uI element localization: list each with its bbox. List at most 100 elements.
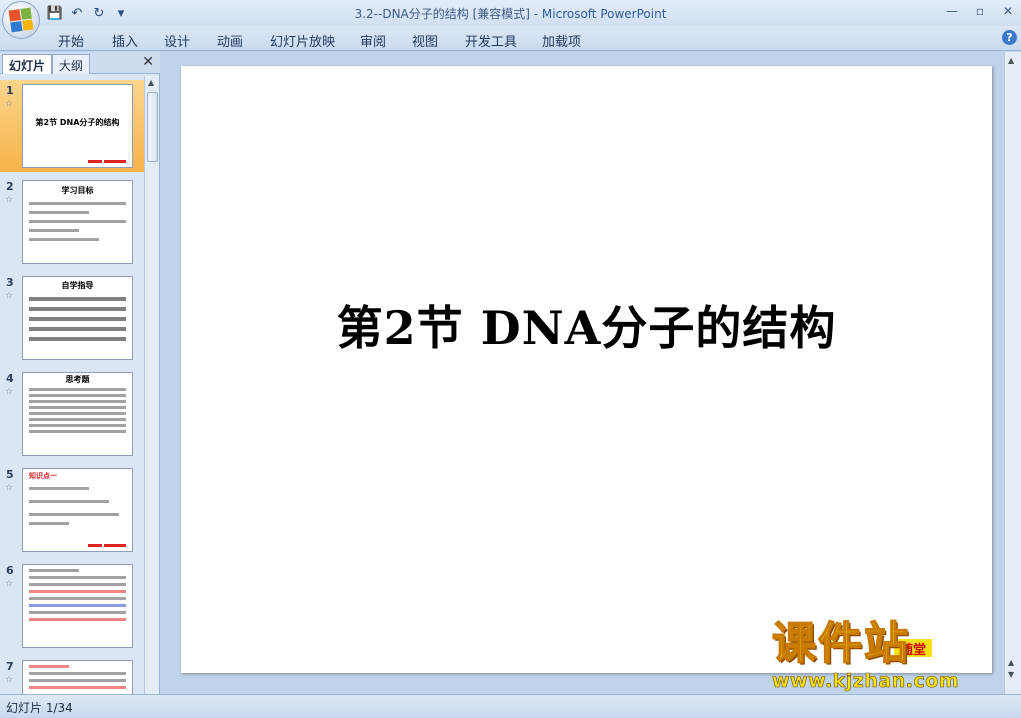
tab-animations[interactable]: 动画 xyxy=(217,31,243,50)
animation-star-icon: ☆ xyxy=(5,291,14,301)
thumb-text-line xyxy=(29,238,99,241)
thumb-number: 2 xyxy=(6,180,14,193)
slide-counter: 幻灯片 1/34 xyxy=(6,701,73,715)
slide-edit-area: 第2节 DNA分子的结构 随堂 xyxy=(162,52,1021,694)
thumb-number: 7 xyxy=(6,660,14,673)
slide-thumbnail-3[interactable]: 3 ☆ 自学指导 xyxy=(0,272,144,364)
thumb-preview xyxy=(22,564,133,648)
thumb-text-line xyxy=(29,672,126,675)
animation-star-icon: ☆ xyxy=(5,483,14,493)
ribbon-tabs: 开始 插入 设计 动画 幻灯片放映 审阅 视图 开发工具 加载项 ? xyxy=(0,26,1021,51)
slide-thumbnail-6[interactable]: 6 ☆ xyxy=(0,560,144,652)
thumb-text-line xyxy=(29,513,119,516)
thumb-text-line xyxy=(29,597,126,600)
thumb-text-line xyxy=(29,665,69,668)
thumb-text-line xyxy=(29,487,89,490)
slide-thumbnail-5[interactable]: 5 ☆ 知识点一 xyxy=(0,464,144,556)
tab-slideshow[interactable]: 幻灯片放映 xyxy=(270,31,335,50)
thumb-text-line xyxy=(29,412,126,415)
thumb-text-line xyxy=(29,337,126,341)
thumb-text-line xyxy=(29,583,126,586)
thumb-text-line xyxy=(29,604,126,607)
thumbnail-scrollbar[interactable]: ▲ xyxy=(144,76,159,694)
thumb-title: 第2节 DNA分子的结构 xyxy=(35,118,120,127)
slide-thumbnail-4[interactable]: 4 ☆ 思考题 xyxy=(0,368,144,460)
animation-star-icon: ☆ xyxy=(5,99,14,109)
window-title-doc: 3.2--DNA分子的结构 [兼容模式] - xyxy=(354,7,542,21)
window-title: 3.2--DNA分子的结构 [兼容模式] - Microsoft PowerPo… xyxy=(0,5,1021,22)
thumb-preview: 第2节 DNA分子的结构 xyxy=(22,84,133,168)
thumb-text-line xyxy=(29,576,126,579)
slides-panel: 幻灯片 大纲 ✕ 1 ☆ 第2节 DNA分子的结构 2 ☆ 学习目标 3 ☆ 自… xyxy=(0,52,160,694)
tab-outline[interactable]: 大纲 xyxy=(52,54,91,74)
title-bar: 💾 ↶ ↻ ▾ 3.2--DNA分子的结构 [兼容模式] - Microsoft… xyxy=(0,0,1021,26)
animation-star-icon: ☆ xyxy=(5,387,14,397)
thumb-text-line xyxy=(29,500,109,503)
thumb-text-line xyxy=(29,307,126,311)
close-icon[interactable]: ✕ xyxy=(999,2,1017,20)
thumb-red-mark xyxy=(88,544,102,547)
thumb-red-mark xyxy=(104,160,126,163)
tab-addins[interactable]: 加载项 xyxy=(542,31,581,50)
thumb-text-line xyxy=(29,418,126,421)
thumb-text-line xyxy=(29,522,69,525)
thumb-title: 知识点一 xyxy=(29,472,57,480)
tab-insert[interactable]: 插入 xyxy=(112,31,138,50)
watermark-url: www.kjzhan.com xyxy=(772,670,960,693)
window-title-app: Microsoft PowerPoint xyxy=(541,7,667,21)
thumb-text-line xyxy=(29,569,79,572)
animation-star-icon: ☆ xyxy=(5,675,14,685)
thumb-preview: 自学指导 xyxy=(22,276,133,360)
slide-thumbnail-7[interactable]: 7 ☆ xyxy=(0,656,144,694)
watermark-logo: 课件站 www.kjzhan.com xyxy=(771,617,1012,694)
thumb-preview: 知识点一 xyxy=(22,468,133,552)
thumb-text-line xyxy=(29,327,126,331)
scroll-up-icon[interactable]: ▲ xyxy=(1008,56,1014,65)
status-bar: 幻灯片 1/34 xyxy=(0,694,1021,718)
thumb-text-line xyxy=(29,686,126,689)
scroll-up-icon[interactable]: ▲ xyxy=(148,78,154,87)
thumb-preview: 学习目标 xyxy=(22,180,133,264)
thumb-text-line xyxy=(29,229,79,232)
thumb-preview: 思考题 xyxy=(22,372,133,456)
minimize-icon[interactable]: — xyxy=(943,2,961,20)
slide-scrollbar[interactable]: ▲ ▲ ▼ xyxy=(1004,52,1021,694)
thumb-text-line xyxy=(29,590,126,593)
thumb-text-line xyxy=(29,202,126,205)
slide-thumbnail-1[interactable]: 1 ☆ 第2节 DNA分子的结构 xyxy=(0,80,144,172)
tab-developer[interactable]: 开发工具 xyxy=(465,31,517,50)
thumb-number: 5 xyxy=(6,468,14,481)
thumb-preview xyxy=(22,660,133,694)
tab-slides[interactable]: 幻灯片 xyxy=(2,54,53,74)
thumb-text-line xyxy=(29,297,126,301)
thumb-text-line xyxy=(29,394,126,397)
thumb-text-line xyxy=(29,388,126,391)
scrollbar-thumb[interactable] xyxy=(147,92,158,162)
thumb-text-line xyxy=(29,679,126,682)
maximize-icon[interactable]: ▫ xyxy=(971,2,989,20)
thumb-number: 3 xyxy=(6,276,14,289)
panel-tabs: 幻灯片 大纲 ✕ xyxy=(0,52,160,74)
office-logo-icon xyxy=(8,7,34,33)
help-icon[interactable]: ? xyxy=(1002,30,1017,45)
thumb-text-line xyxy=(29,220,126,223)
office-button[interactable] xyxy=(2,1,40,39)
thumb-text-line xyxy=(29,317,126,321)
thumb-title: 自学指导 xyxy=(61,281,94,290)
thumb-red-mark xyxy=(104,544,126,547)
thumb-text-line xyxy=(29,611,126,614)
watermark-title: 课件站 xyxy=(771,617,910,670)
tab-design[interactable]: 设计 xyxy=(164,31,190,50)
thumb-red-mark xyxy=(88,160,102,163)
tab-view[interactable]: 视图 xyxy=(412,31,438,50)
slide-title[interactable]: 第2节 DNA分子的结构 xyxy=(181,292,992,358)
thumb-text-line xyxy=(29,400,126,403)
tab-home[interactable]: 开始 xyxy=(58,31,84,50)
tab-review[interactable]: 审阅 xyxy=(360,31,386,50)
thumb-title: 学习目标 xyxy=(61,186,94,195)
thumb-title: 思考题 xyxy=(65,375,90,384)
thumb-text-line xyxy=(29,424,126,427)
current-slide[interactable]: 第2节 DNA分子的结构 随堂 xyxy=(181,66,992,673)
slide-thumbnail-2[interactable]: 2 ☆ 学习目标 xyxy=(0,176,144,268)
close-panel-icon[interactable]: ✕ xyxy=(142,54,154,70)
